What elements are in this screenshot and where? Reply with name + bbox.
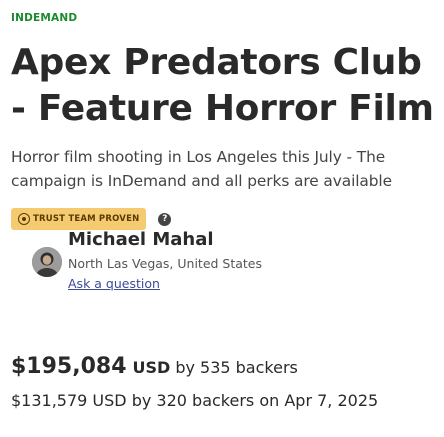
ask-question-link[interactable]: Ask a question (68, 276, 160, 291)
campaign-subtitle: Horror film shooting in Los Angeles this… (11, 148, 392, 190)
funding-backers: by 535 backers (175, 358, 298, 377)
help-icon[interactable]: ? (158, 212, 172, 226)
campaign-title: Apex Predators Club - Feature Horror Fil… (11, 42, 434, 129)
funding-currency: USD (132, 358, 171, 377)
funding-amount: $195,084 (11, 354, 127, 379)
owner-avatar[interactable] (32, 247, 62, 277)
funding-summary: $195,084 USD by 535 backers (11, 354, 298, 379)
indemand-tag: INDEMAND (11, 12, 78, 24)
trust-row: TRUST TEAM PROVEN ? (11, 208, 172, 230)
trust-shield-icon (18, 213, 30, 225)
trust-badge-label: TRUST TEAM PROVEN (33, 214, 140, 224)
owner-name[interactable]: Michael Mahal (68, 229, 214, 250)
previous-funding: $131,579 USD by 320 backers on Apr 7, 20… (11, 391, 379, 410)
owner-location: North Las Vegas, United States (68, 256, 263, 271)
trust-badge[interactable]: TRUST TEAM PROVEN (11, 208, 147, 230)
